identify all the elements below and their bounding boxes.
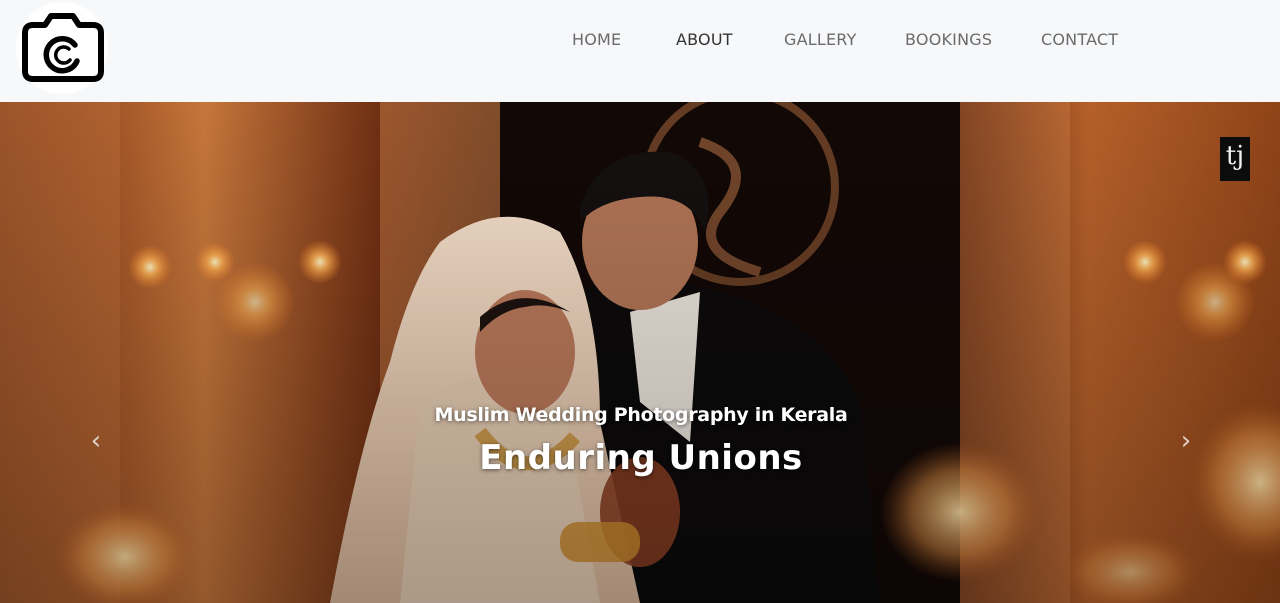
hero-photo (0, 102, 1280, 603)
nav-link-bookings[interactable]: BOOKINGS (905, 29, 992, 51)
hero-carousel: ‹ › Muslim Wedding Photography in Kerala… (0, 102, 1280, 603)
watermark-text: tj (1225, 141, 1245, 171)
nav-link-gallery[interactable]: GALLERY (784, 29, 857, 51)
caption-title: Enduring Unions (479, 438, 803, 478)
page: HOME ABOUT GALLERY BOOKINGS CONTACT ‹ › … (0, 0, 1280, 603)
caption-subtitle: Muslim Wedding Photography in Kerala (434, 404, 848, 426)
nav-link-home[interactable]: HOME (572, 29, 621, 51)
nav-link-contact[interactable]: CONTACT (1041, 29, 1118, 51)
watermark-logo: tj (1220, 137, 1250, 181)
nav-link-about[interactable]: ABOUT (676, 29, 733, 51)
navbar: HOME ABOUT GALLERY BOOKINGS CONTACT (0, 0, 1280, 102)
carousel-caption: Muslim Wedding Photography in Kerala End… (0, 402, 1280, 480)
main-nav: HOME ABOUT GALLERY BOOKINGS CONTACT (0, 29, 1280, 53)
